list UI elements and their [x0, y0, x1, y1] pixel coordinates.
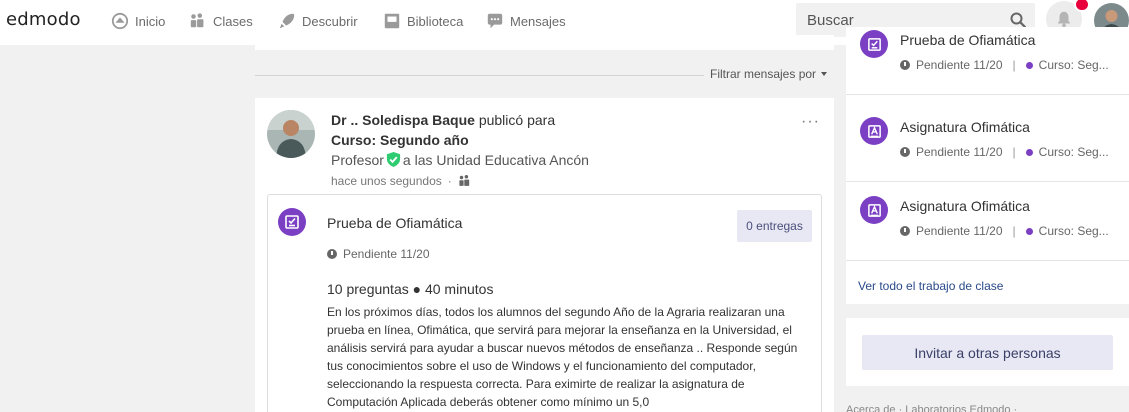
course-text: Curso: Seg... — [1038, 58, 1109, 72]
due-text: Pendiente 11/20 — [343, 247, 430, 261]
classwork-title[interactable]: Asignatura Ofimática — [900, 198, 1030, 214]
classwork-meta: Pendiente 11/20 | Curso: Seg... — [900, 224, 1109, 238]
quiz-icon — [278, 208, 306, 236]
classwork-meta: Pendiente 11/20 | Curso: Seg... — [900, 58, 1109, 72]
course-dot — [1025, 148, 1033, 156]
nav-item-descubrir[interactable]: Descubrir — [278, 10, 358, 32]
classwork-title[interactable]: Asignatura Ofimática — [900, 119, 1030, 135]
nav-label: Descubrir — [302, 13, 358, 29]
post-target[interactable]: Curso: Segundo año — [331, 132, 469, 148]
author-role: Profesor a las Unidad Educativa Ancón — [331, 151, 589, 168]
nav-label: Biblioteca — [407, 13, 464, 29]
due-text: Pendiente 11/20 — [916, 145, 1003, 159]
chat-icon — [487, 13, 503, 29]
author-name[interactable]: Dr .. Soledispa Baque — [331, 112, 475, 128]
nav-label: Mensajes — [510, 13, 566, 29]
role-label: Profesor — [331, 151, 384, 168]
assignment-card[interactable]: Prueba de Ofiamática 0 entregas Pendient… — [267, 194, 822, 412]
notification-badge — [1074, 0, 1090, 12]
classwork-meta: Pendiente 11/20 | Curso: Seg... — [900, 145, 1109, 159]
nav-item-biblioteca[interactable]: Biblioteca — [383, 10, 463, 32]
nav-label: Clases — [213, 13, 253, 29]
submissions-button[interactable]: 0 entregas — [737, 210, 812, 242]
clock-icon — [900, 60, 910, 70]
due-date: Pendiente 11/20 — [327, 247, 430, 261]
post-timestamp: hace unos segundos · — [331, 174, 472, 188]
classwork-title[interactable]: Prueba de Ofiamática — [900, 32, 1035, 48]
rocket-icon — [279, 13, 295, 29]
classwork-item[interactable]: Asignatura Ofimática Pendiente 11/20 | C… — [846, 182, 1129, 261]
assignment-description: En los próximos días, todos los alumnos … — [327, 305, 798, 409]
edmodo-logo[interactable]: edmodo — [6, 9, 81, 30]
due-text: Pendiente 11/20 — [916, 58, 1003, 72]
separator-dot: · — [447, 174, 452, 188]
clock-icon — [327, 249, 337, 259]
assignment-title[interactable]: Prueba de Ofiamática — [327, 215, 462, 231]
course-text: Curso: Seg... — [1038, 145, 1109, 159]
author-avatar[interactable] — [267, 110, 315, 158]
separator: | — [1012, 145, 1016, 159]
school-label: a las Unidad Educativa Ancón — [402, 151, 589, 168]
classes-icon — [459, 175, 469, 186]
invite-button[interactable]: Invitar a otras personas — [862, 335, 1113, 370]
post-options-menu[interactable]: ··· — [801, 113, 820, 131]
separator: | — [1012, 224, 1016, 238]
divider — [255, 75, 704, 76]
library-icon — [384, 13, 400, 29]
clock-icon — [900, 226, 910, 236]
classwork-item[interactable]: Prueba de Ofiamática Pendiente 11/20 | C… — [846, 16, 1129, 95]
nav-item-mensajes[interactable]: Mensajes — [486, 10, 566, 32]
classes-icon — [190, 13, 204, 28]
due-text: Pendiente 11/20 — [916, 224, 1003, 238]
quiz-meta: 10 preguntas ● 40 minutos — [327, 281, 494, 297]
post-action: publicó para — [478, 112, 556, 128]
timestamp-text: hace unos segundos — [331, 174, 442, 188]
filter-messages-dropdown[interactable]: Filtrar mensajes por — [710, 67, 828, 81]
separator: | — [1012, 58, 1016, 72]
course-dot — [1025, 61, 1033, 69]
nav-item-clases[interactable]: Clases — [189, 10, 253, 32]
course-dot — [1025, 227, 1033, 235]
home-icon — [111, 12, 129, 30]
course-text: Curso: Seg... — [1038, 224, 1109, 238]
previous-post-card — [255, 35, 834, 50]
footer-links[interactable]: Acerca de · Laboratorios Edmodo · — [846, 404, 1017, 412]
nav-label: Inicio — [135, 13, 166, 29]
assignment-icon — [860, 196, 888, 224]
verified-shield-icon — [386, 151, 401, 168]
invite-card: Invitar a otras personas — [846, 318, 1129, 386]
clock-icon — [900, 147, 910, 157]
see-all-classwork-link[interactable]: Ver todo el trabajo de clase — [858, 279, 1003, 293]
nav-item-inicio[interactable]: Inicio — [111, 10, 165, 32]
post-header: Dr .. Soledispa Baque publicó para — [331, 112, 555, 128]
classwork-panel: Prueba de Ofiamática Pendiente 11/20 | C… — [846, 27, 1129, 304]
post-card: Dr .. Soledispa Baque publicó para Curso… — [255, 98, 834, 412]
quiz-icon — [860, 30, 888, 58]
caret-down-icon — [821, 72, 828, 76]
classwork-item[interactable]: Asignatura Ofimática Pendiente 11/20 | C… — [846, 103, 1129, 182]
assignment-icon — [860, 117, 888, 145]
filter-label: Filtrar mensajes por — [710, 67, 817, 81]
